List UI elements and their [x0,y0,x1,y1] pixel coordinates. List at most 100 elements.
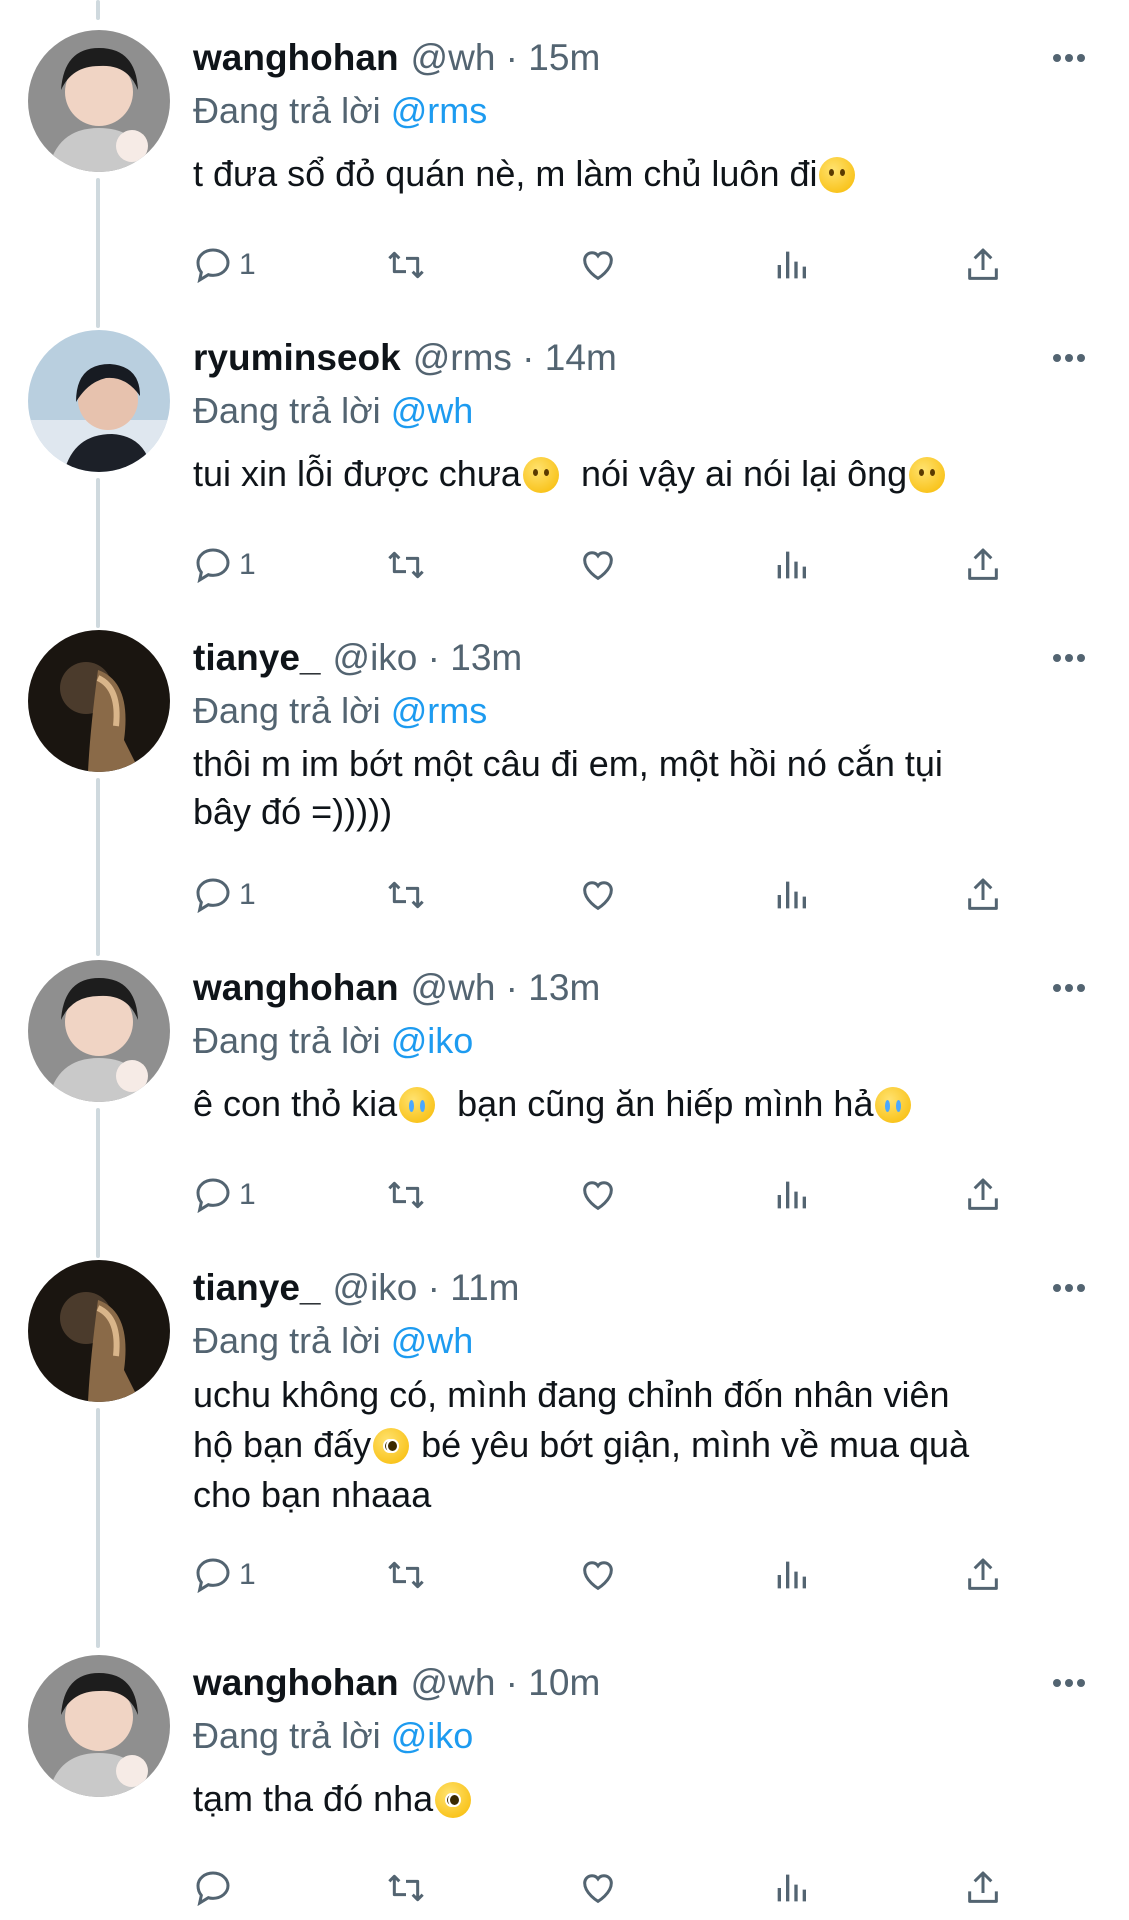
handle-time: @wh · 13m [410,967,601,1008]
mention-link[interactable]: @wh [391,390,474,431]
avatar[interactable] [28,1260,170,1402]
tweet-text: tui xin lỗi được chưa nói vậy ai nói lại… [193,450,1099,498]
reply-button[interactable]: 1 [193,1555,256,1595]
tweet-header: tianye_ @iko · 11m [193,1260,1099,1316]
tweet-header: wanghohan @wh · 13m [193,960,1099,1016]
avatar[interactable] [28,330,170,472]
mention-link[interactable]: @rms [391,90,488,131]
reply-prefix: Đang trả lời [193,1320,381,1361]
retweet-button[interactable] [386,1868,446,1908]
reply-count: 1 [239,1558,256,1591]
handle-time: @iko · 13m [332,637,523,678]
share-button[interactable] [963,245,1023,285]
retweet-button[interactable] [386,875,446,915]
display-name[interactable]: tianye_ [193,637,321,679]
views-icon [777,251,806,279]
like-icon [583,881,613,911]
more-icon[interactable] [1043,1657,1095,1709]
reply-count: 1 [239,248,256,281]
like-button[interactable] [578,1555,638,1595]
reply-count: 1 [239,1178,256,1211]
tweet-text: thôi m im bớt một câu đi em, một hồi nó … [193,740,1099,836]
reply-icon [196,548,230,584]
reply-button[interactable]: 1 [193,1175,256,1215]
avatar[interactable] [28,30,170,172]
views-button[interactable] [771,545,831,585]
reply-count: 1 [239,878,256,911]
reply-button[interactable]: 1 [193,545,256,585]
reply-icon [196,878,230,914]
retweet-button[interactable] [386,1555,446,1595]
retweet-button[interactable] [386,545,446,585]
avatar[interactable] [28,960,170,1102]
views-button[interactable] [771,1868,831,1908]
tweet-text: tạm tha đó nha [193,1775,1099,1823]
views-icon [777,1181,806,1209]
mention-link[interactable]: @rms [391,690,488,731]
text-part: t đưa sổ đỏ quán nè, m làm chủ luôn đi [193,153,818,194]
retweet-icon [387,881,424,909]
views-button[interactable] [771,875,831,915]
views-icon [777,551,806,579]
retweet-button[interactable] [386,245,446,285]
display-name[interactable]: wanghohan [193,1662,399,1704]
tweet-header: ryuminseok @rms · 14m [193,330,1099,386]
more-icon[interactable] [1043,632,1095,684]
replying-to: Đang trả lời @rms [193,686,1099,736]
crying-emoji [399,1087,436,1123]
mention-link[interactable]: @iko [391,1020,474,1061]
slight-smile-emoji [522,457,559,493]
share-button[interactable] [963,545,1023,585]
like-button[interactable] [578,1175,638,1215]
text-part: thôi m im bớt một câu đi em, một hồi nó … [193,743,943,832]
more-icon[interactable] [1043,332,1095,384]
share-icon [968,1558,998,1590]
reply-prefix: Đang trả lời [193,1020,381,1061]
handle-time: @iko · 11m [332,1267,520,1308]
avatar[interactable] [28,630,170,772]
tweet-header: wanghohan @wh · 15m [193,30,1099,86]
like-button[interactable] [578,545,638,585]
mention-link[interactable]: @iko [391,1715,474,1756]
share-button[interactable] [963,1175,1023,1215]
like-button[interactable] [578,875,638,915]
thread-line [96,1108,100,1258]
reply-button[interactable]: 1 [193,875,256,915]
mention-link[interactable]: @wh [391,1320,474,1361]
reply-prefix: Đang trả lời [193,90,381,131]
reply-icon [196,248,230,284]
retweet-icon [387,1874,424,1902]
display-name[interactable]: tianye_ [193,1267,321,1309]
tweet-header: wanghohan @wh · 10m [193,1655,1099,1711]
retweet-icon [387,1181,424,1209]
like-button[interactable] [578,245,638,285]
share-icon [968,1871,998,1903]
views-button[interactable] [771,1555,831,1595]
more-icon[interactable] [1043,32,1095,84]
share-button[interactable] [963,875,1023,915]
share-button[interactable] [963,1555,1023,1595]
views-button[interactable] [771,1175,831,1215]
display-name[interactable]: wanghohan [193,37,399,79]
more-icon[interactable] [1043,962,1095,1014]
reply-button[interactable]: 1 [193,245,256,285]
like-button[interactable] [578,1868,638,1908]
handle-time: @wh · 10m [410,1662,601,1703]
more-icon[interactable] [1043,1262,1095,1314]
share-button[interactable] [963,1868,1023,1908]
views-button[interactable] [771,245,831,285]
replying-to: Đang trả lời @rms [193,86,1099,136]
reply-prefix: Đang trả lời [193,690,381,731]
reply-button[interactable] [193,1868,253,1908]
replying-to: Đang trả lời @iko [193,1711,1099,1761]
reply-icon [196,1178,230,1214]
text-part: bạn cũng ăn hiếp mình hả [437,1083,874,1124]
retweet-icon [387,251,424,279]
reply-prefix: Đang trả lời [193,390,381,431]
reply-count: 1 [239,548,256,581]
action-bar [193,1858,1023,1918]
display-name[interactable]: wanghohan [193,967,399,1009]
avatar[interactable] [28,1655,170,1797]
display-name[interactable]: ryuminseok [193,337,401,379]
retweet-button[interactable] [386,1175,446,1215]
